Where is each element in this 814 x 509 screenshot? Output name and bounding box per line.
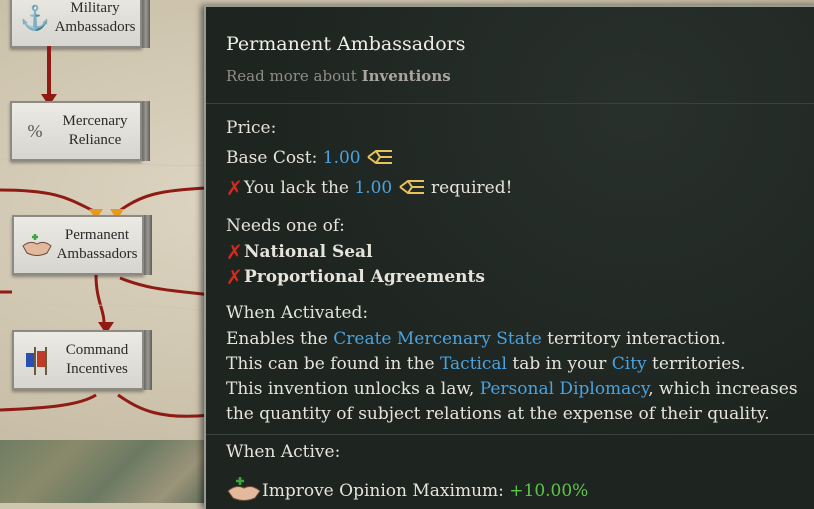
activated-line: the quantity of subject relations at the… xyxy=(226,404,770,424)
divider xyxy=(206,434,814,435)
read-more-prefix: Read more about xyxy=(226,67,362,85)
divider xyxy=(206,103,814,104)
lack-prefix: You lack the xyxy=(244,178,355,198)
node-label: Mercenary Reliance xyxy=(62,113,128,148)
link-create-mercenary-state[interactable]: Create Mercenary State xyxy=(333,329,542,349)
map-terrain xyxy=(0,440,210,503)
node-label: Permanent Ambassadors xyxy=(56,227,138,262)
diplomacy-icon xyxy=(398,178,426,196)
node-pillar xyxy=(142,101,150,161)
lack-cost-line: ✗You lack the 1.00 required! xyxy=(226,178,512,198)
handshake-icon xyxy=(18,226,56,264)
cross-icon: ✗ xyxy=(226,240,243,264)
cross-icon: ✗ xyxy=(226,265,243,289)
text-segment: Enables the xyxy=(226,329,334,349)
base-cost-value: 1.00 xyxy=(322,148,361,168)
activated-line: Enables the Create Mercenary State terri… xyxy=(226,329,726,349)
tree-node-permanent-ambassadors[interactable]: Permanent Ambassadors xyxy=(12,215,152,275)
read-more-target[interactable]: Inventions xyxy=(362,67,451,85)
connector-arrow xyxy=(47,46,51,96)
tooltip-title: Permanent Ambassadors xyxy=(226,33,466,55)
node-pillar xyxy=(142,0,150,48)
base-cost-line: Base Cost: 1.00 xyxy=(226,148,394,168)
modifier-line: Improve Opinion Maximum: +10.00% xyxy=(226,475,588,503)
lack-value: 1.00 xyxy=(354,178,393,198)
anchor-icon: ⚓ xyxy=(20,5,50,32)
link-tactical[interactable]: Tactical xyxy=(440,354,507,374)
modifier-value: +10.00% xyxy=(509,481,589,501)
requirement-item: ✗National Seal xyxy=(226,242,373,262)
node-pillar xyxy=(144,215,152,275)
requirement-label: Proportional Agreements xyxy=(244,267,485,287)
handshake-plus-icon xyxy=(226,475,262,503)
text-segment: territory interaction. xyxy=(541,329,726,349)
tree-node-command-incentives[interactable]: Command Incentives xyxy=(12,330,152,390)
banner-icon xyxy=(18,341,56,379)
text-segment: tab in your xyxy=(507,354,612,374)
activated-line: This can be found in the Tactical tab in… xyxy=(226,354,745,374)
tree-node-mercenary-reliance[interactable]: % Mercenary Reliance xyxy=(10,101,150,161)
requirement-item: ✗Proportional Agreements xyxy=(226,267,485,287)
base-cost-label: Base Cost: xyxy=(226,148,323,168)
text-segment: territories. xyxy=(646,354,746,374)
lack-suffix: required! xyxy=(425,178,513,198)
price-heading: Price: xyxy=(226,118,277,138)
percent-icon: % xyxy=(27,120,43,141)
link-personal-diplomacy[interactable]: Personal Diplomacy xyxy=(480,379,649,399)
text-segment: This can be found in the xyxy=(226,354,440,374)
read-more-link[interactable]: Read more about Inventions xyxy=(226,67,451,85)
node-label: Command Incentives xyxy=(65,342,129,377)
modifier-label: Improve Opinion Maximum: xyxy=(262,481,510,501)
tree-node-military-ambassadors[interactable]: ⚓ Military Ambassadors xyxy=(10,0,150,48)
needs-heading: Needs one of: xyxy=(226,216,345,236)
active-heading: When Active: xyxy=(226,442,341,462)
requirement-label: National Seal xyxy=(244,242,373,262)
link-city[interactable]: City xyxy=(612,354,647,374)
text-segment: , which increases xyxy=(648,379,798,399)
text-segment: This invention unlocks a law, xyxy=(226,379,480,399)
activated-heading: When Activated: xyxy=(226,303,369,323)
node-pillar xyxy=(144,330,152,390)
activated-line: This invention unlocks a law, Personal D… xyxy=(226,379,798,399)
invention-tooltip: Permanent Ambassadors Read more about In… xyxy=(204,5,814,509)
cross-icon: ✗ xyxy=(226,176,243,200)
node-label: Military Ambassadors xyxy=(54,0,136,35)
diplomacy-icon xyxy=(366,148,394,166)
